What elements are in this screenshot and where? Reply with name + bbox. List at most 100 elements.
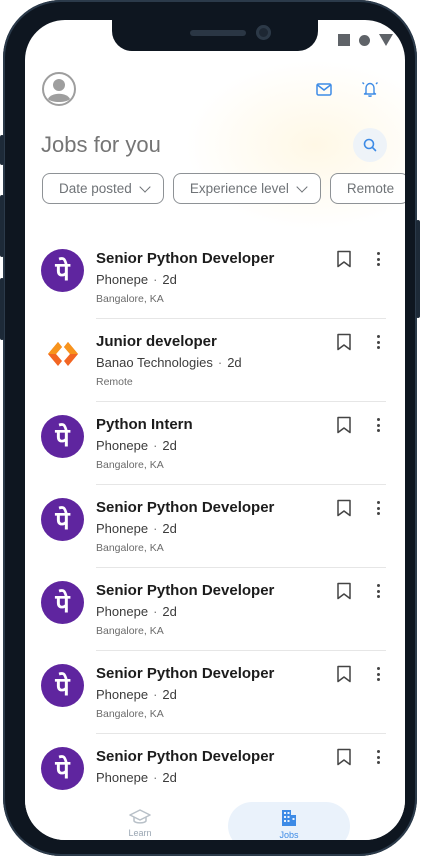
bookmark-icon[interactable] bbox=[336, 250, 352, 268]
bottom-nav: Learn Jobs bbox=[25, 798, 405, 840]
more-options-icon[interactable] bbox=[371, 333, 385, 351]
job-card[interactable]: पे Senior Python Developer Phonepe · 2d Ba… bbox=[25, 236, 405, 319]
filter-remote[interactable]: Remote bbox=[329, 173, 405, 204]
job-location: Bangalore, KA bbox=[96, 708, 164, 720]
search-icon bbox=[363, 138, 377, 152]
job-location: Bangalore, KA bbox=[96, 459, 164, 471]
job-title: Senior Python Developer bbox=[96, 250, 275, 267]
bookmark-icon[interactable] bbox=[336, 748, 352, 766]
posted-age: 2d bbox=[227, 355, 242, 370]
bookmark-icon[interactable] bbox=[336, 665, 352, 683]
job-meta: Phonepe · 2d bbox=[96, 604, 177, 619]
camera bbox=[256, 25, 271, 40]
company-name: Phonepe bbox=[96, 604, 149, 619]
power-button bbox=[416, 220, 420, 318]
bookmark-icon[interactable] bbox=[336, 416, 352, 434]
screen: Jobs for you Date posted Experience leve… bbox=[25, 20, 405, 840]
job-location: Bangalore, KA bbox=[96, 625, 164, 637]
side-button bbox=[0, 135, 4, 165]
phonepe-logo: पे bbox=[41, 498, 84, 541]
posted-age: 2d bbox=[162, 438, 177, 453]
filter-chips: Date posted Experience level Remote bbox=[42, 173, 405, 204]
job-card[interactable]: पे Senior Python Developer Phonepe · 2d Ba… bbox=[25, 568, 405, 651]
search-button[interactable] bbox=[353, 128, 387, 162]
company-name: Phonepe bbox=[96, 521, 149, 536]
office-building-icon bbox=[282, 810, 296, 826]
job-location: Bangalore, KA bbox=[96, 542, 164, 554]
job-title: Senior Python Developer bbox=[96, 582, 275, 599]
more-options-icon[interactable] bbox=[371, 250, 385, 268]
nav-jobs-label: Jobs bbox=[279, 830, 299, 840]
volume-down-button bbox=[0, 278, 4, 340]
job-card[interactable]: पे Senior Python Developer Phonepe · 2d Ba… bbox=[25, 485, 405, 568]
job-title: Senior Python Developer bbox=[96, 665, 275, 682]
stop-icon bbox=[338, 34, 350, 46]
phonepe-logo: पे bbox=[41, 747, 84, 790]
nav-jobs[interactable]: Jobs bbox=[228, 802, 350, 840]
job-title: Senior Python Developer bbox=[96, 748, 275, 765]
company-name: Phonepe bbox=[96, 272, 149, 287]
more-options-icon[interactable] bbox=[371, 582, 385, 600]
more-options-icon[interactable] bbox=[371, 416, 385, 434]
company-name: Phonepe bbox=[96, 687, 149, 702]
job-list: पे Senior Python Developer Phonepe · 2d Ba… bbox=[25, 236, 405, 817]
notifications-button[interactable] bbox=[354, 73, 386, 105]
bell-icon bbox=[362, 82, 378, 97]
job-meta: Phonepe · 2d bbox=[96, 272, 177, 287]
posted-age: 2d bbox=[162, 272, 177, 287]
filter-experience-level[interactable]: Experience level bbox=[172, 173, 321, 204]
chevron-down-icon bbox=[296, 180, 308, 193]
bookmark-icon[interactable] bbox=[336, 333, 352, 351]
page-title: Jobs for you bbox=[41, 132, 161, 157]
job-meta: Phonepe · 2d bbox=[96, 521, 177, 536]
filter-date-posted[interactable]: Date posted bbox=[42, 173, 164, 204]
nav-learn[interactable]: Learn bbox=[105, 798, 175, 840]
company-name: Phonepe bbox=[96, 770, 149, 785]
job-title: Python Intern bbox=[96, 416, 193, 433]
avatar[interactable] bbox=[42, 72, 76, 106]
job-meta: Banao Technologies · 2d bbox=[96, 355, 242, 370]
graduation-cap-icon bbox=[129, 809, 151, 824]
phonepe-logo: पे bbox=[41, 664, 84, 707]
mail-icon bbox=[316, 82, 332, 96]
more-options-icon[interactable] bbox=[371, 748, 385, 766]
posted-age: 2d bbox=[162, 604, 177, 619]
filter-label: Experience level bbox=[189, 181, 289, 196]
company-name: Phonepe bbox=[96, 438, 149, 453]
phonepe-logo: पे bbox=[41, 415, 84, 458]
mail-button[interactable] bbox=[308, 73, 340, 105]
company-name: Banao Technologies bbox=[96, 355, 213, 370]
bookmark-icon[interactable] bbox=[336, 499, 352, 517]
signal-icon bbox=[379, 34, 393, 46]
volume-up-button bbox=[0, 195, 4, 257]
posted-age: 2d bbox=[162, 521, 177, 536]
job-location: Remote bbox=[96, 376, 133, 388]
record-icon bbox=[359, 34, 370, 46]
phone-frame: Jobs for you Date posted Experience leve… bbox=[0, 0, 420, 856]
job-title: Senior Python Developer bbox=[96, 499, 275, 516]
phonepe-logo: पे bbox=[41, 249, 84, 292]
chevron-down-icon bbox=[139, 180, 151, 193]
filter-label: Remote bbox=[346, 181, 395, 196]
banao-logo bbox=[41, 332, 84, 375]
nav-learn-label: Learn bbox=[128, 828, 152, 838]
phonepe-logo: पे bbox=[41, 581, 84, 624]
speaker bbox=[190, 30, 246, 36]
notch bbox=[112, 20, 318, 51]
job-card[interactable]: पे Senior Python Developer Phonepe · 2d Ba… bbox=[25, 651, 405, 734]
banao-logo-icon bbox=[47, 341, 78, 366]
filter-label: Date posted bbox=[59, 181, 132, 196]
posted-age: 2d bbox=[162, 687, 177, 702]
more-options-icon[interactable] bbox=[371, 499, 385, 517]
job-meta: Phonepe · 2d bbox=[96, 687, 177, 702]
more-options-icon[interactable] bbox=[371, 665, 385, 683]
job-card[interactable]: पे Python Intern Phonepe · 2d Bangalore, K… bbox=[25, 402, 405, 485]
job-card[interactable]: Junior developer Banao Technologies · 2d R… bbox=[25, 319, 405, 402]
job-meta: Phonepe · 2d bbox=[96, 438, 177, 453]
job-location: Bangalore, KA bbox=[96, 293, 164, 305]
avatar-icon bbox=[42, 72, 76, 106]
job-title: Junior developer bbox=[96, 333, 217, 350]
bookmark-icon[interactable] bbox=[336, 582, 352, 600]
status-bar bbox=[338, 34, 393, 46]
job-meta: Phonepe · 2d bbox=[96, 770, 177, 785]
